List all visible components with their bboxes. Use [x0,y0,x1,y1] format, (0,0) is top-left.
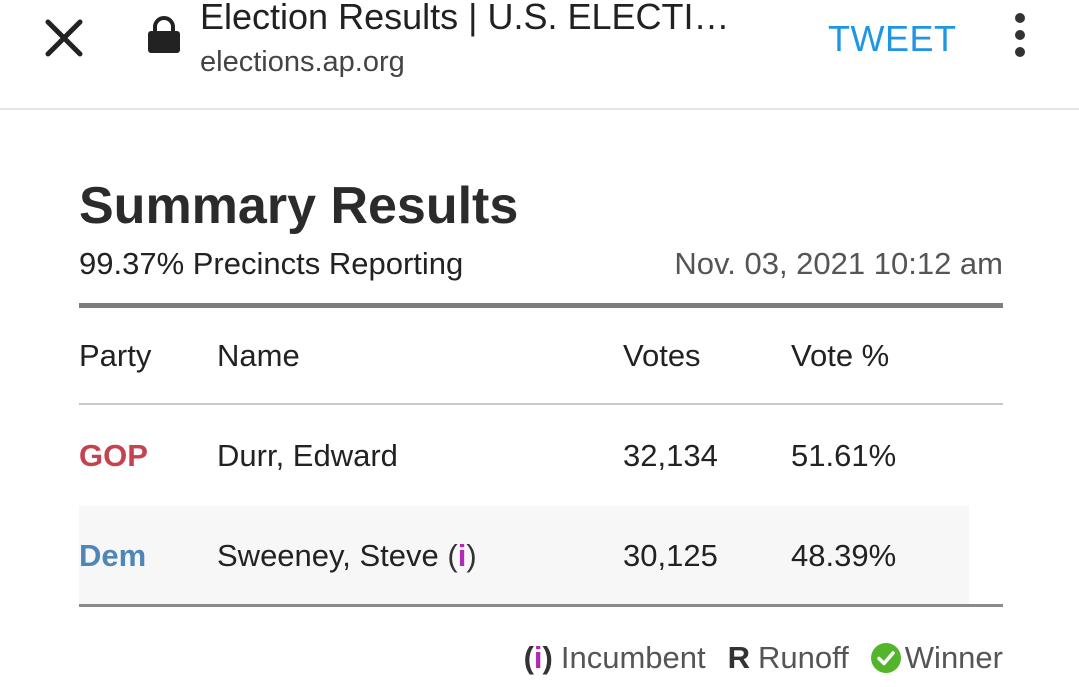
vote-count: 32,134 [623,438,718,473]
results-timestamp: Nov. 03, 2021 10:12 am [674,246,1003,281]
summary-title: Summary Results [79,177,519,235]
runoff-legend-label: Runoff [758,640,849,675]
divider [79,403,1003,405]
precincts-reporting: 99.37% Precincts Reporting [79,246,464,281]
table-row: Dem Sweeney, Steve (i) 30,125 48.39% [79,506,969,604]
header-votes: Votes [623,338,701,373]
table-row: GOP Durr, Edward 32,134 51.61% [79,406,1003,504]
more-vert-icon[interactable] [1004,12,1036,60]
page-url[interactable]: elections.ap.org [200,46,405,79]
incumbent-badge: (i) [447,538,477,573]
header-name: Name [217,338,300,373]
close-icon[interactable] [40,14,88,62]
vote-count: 30,125 [623,538,718,573]
vote-percent: 51.61% [791,438,897,473]
winner-legend-label: Winner [904,640,1003,675]
results-legend: (i) Incumbent R Runoff Winner [524,640,1003,676]
header-party: Party [79,338,152,373]
vote-percent: 48.39% [791,538,897,573]
table-header: Party Name Votes Vote % [79,338,1003,378]
divider [79,604,1003,607]
candidate-name: Durr, Edward [217,438,398,473]
party-label: GOP [79,438,148,473]
runoff-legend-icon: R [727,640,751,675]
divider [79,303,1003,308]
party-label: Dem [79,538,147,573]
tweet-button[interactable]: TWEET [828,18,956,60]
incumbent-legend-icon: (i) [523,640,553,675]
page-title[interactable]: Election Results | U.S. ELECTI… [200,0,790,38]
incumbent-legend-label: Incumbent [560,640,706,675]
browser-toolbar: Election Results | U.S. ELECTI… election… [0,0,1079,110]
lock-icon [148,16,180,53]
candidate-name: Sweeney, Steve [217,538,439,573]
winner-check-icon [870,643,901,673]
header-vote-pct: Vote % [791,338,890,373]
candidate-name-cell: Sweeney, Steve (i) [217,538,477,574]
